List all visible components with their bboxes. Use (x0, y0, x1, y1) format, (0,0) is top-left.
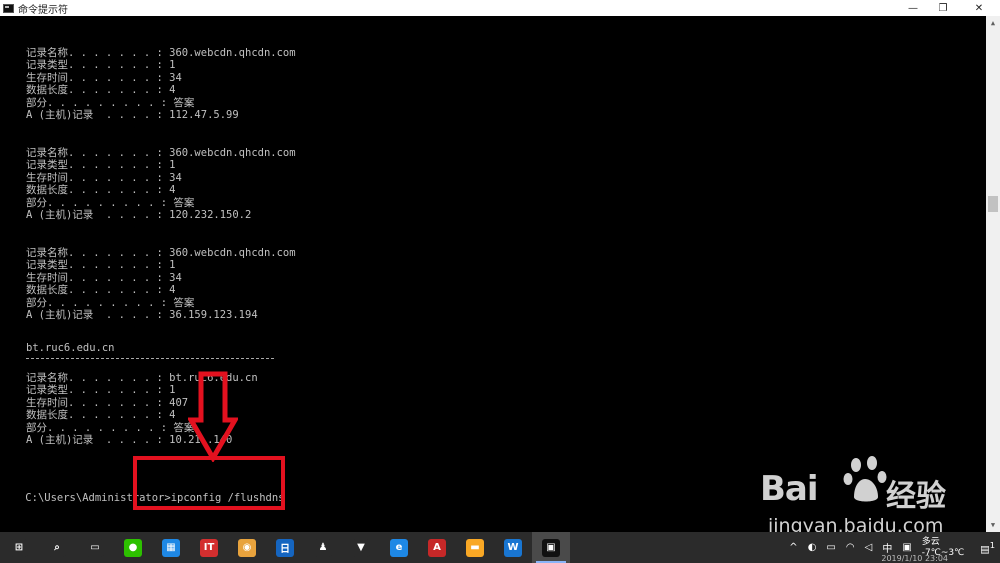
command-highlight-box (133, 456, 285, 510)
taskbar-search[interactable]: ⌕ (38, 532, 76, 563)
taskbar-app-red[interactable]: IT (190, 532, 228, 563)
qq-icon: ♟ (314, 538, 332, 557)
ime-indicator[interactable]: 中 (882, 540, 892, 555)
taskbar-browser-e[interactable]: e (380, 532, 418, 563)
taskbar-chrome[interactable]: ◉ (228, 532, 266, 563)
title-bar: 命令提示符 — ❐ ✕ (0, 0, 1000, 16)
console-line: 生存时间. . . . . . . : 34 (26, 272, 182, 284)
console-line: 数据长度. . . . . . . : 4 (26, 84, 176, 96)
console-line: A (主机)记录 . . . . : 36.159.123.194 (26, 309, 258, 321)
tray-app-icon[interactable]: ◐ (808, 542, 817, 553)
taskbar: ⊞ ⌕ ▭ ● ▦ IT ◉ 日 ♟ ▼ e A ▬ W ▣ ^ ◐ ▭ ◠ ◁ 中 ▣ 多云 -7℃~3℃… (0, 532, 1000, 563)
wechat-icon: ● (124, 538, 142, 557)
minimize-button[interactable]: — (898, 0, 928, 16)
windows-start-icon: ⊞ (10, 538, 28, 557)
console-line: 生存时间. . . . . . . : 407 (26, 397, 189, 409)
console-line: 生存时间. . . . . . . : 34 (26, 72, 182, 84)
notification-icon[interactable]: ▤1 (980, 540, 995, 555)
console-line: 生存时间. . . . . . . : 34 (26, 172, 182, 184)
scroll-up-icon[interactable]: ▲ (986, 16, 1000, 30)
taskbar-qq[interactable]: ♟ (304, 532, 342, 563)
app-fox-icon: ▼ (352, 538, 370, 557)
search-icon: ⌕ (48, 538, 66, 557)
app-w-icon: W (504, 538, 522, 557)
clock-text[interactable]: 2019/1/10 23:04 (881, 554, 948, 563)
network-icon[interactable]: ◠ (846, 542, 855, 553)
console-line: 记录名称. . . . . . . : 360.webcdn.qhcdn.com (26, 147, 296, 159)
taskbar-app-calendar[interactable]: 日 (266, 532, 304, 563)
browser-e-icon: e (390, 538, 408, 557)
watermark-logo: Bai (760, 469, 819, 509)
taskbar-adobe[interactable]: A (418, 532, 456, 563)
taskbar-task-view[interactable]: ▭ (76, 532, 114, 563)
baidu-watermark: Bai 经验 jingyan.baidu.com (760, 455, 980, 543)
console-line: 部分. . . . . . . . . : 答案 (26, 197, 195, 209)
console-line: 部分. . . . . . . . . : 答案 (26, 97, 195, 109)
taskbar-app-blue[interactable]: ▦ (152, 532, 190, 563)
taskbar-windows-start[interactable]: ⊞ (0, 532, 38, 563)
cmd-app-icon (3, 3, 14, 13)
notification-count: 1 (989, 539, 995, 550)
console-line: 记录类型. . . . . . . : 1 (26, 259, 176, 271)
app-calendar-icon: 日 (276, 538, 294, 557)
console-line: 部分. . . . . . . . . : 答案 (26, 422, 195, 434)
taskbar-app-fox[interactable]: ▼ (342, 532, 380, 563)
separator-line (26, 358, 274, 359)
console-line: A (主机)记录 . . . . : 120.232.150.2 (26, 209, 252, 221)
taskbar-app-w[interactable]: W (494, 532, 532, 563)
adobe-icon: A (428, 538, 446, 557)
app-blue-icon: ▦ (162, 538, 180, 557)
tray-chevron-icon[interactable]: ^ (789, 542, 797, 553)
taskbar-file-explorer[interactable]: ▬ (456, 532, 494, 563)
volume-icon[interactable]: ◁ (865, 542, 873, 553)
console-line: 数据长度. . . . . . . : 4 (26, 409, 176, 421)
console-line: 记录类型. . . . . . . : 1 (26, 384, 176, 396)
cmd-icon: ▣ (542, 538, 560, 557)
paw-icon (843, 456, 887, 502)
task-view-icon: ▭ (86, 538, 104, 557)
console-line: 记录名称. . . . . . . : 360.webcdn.qhcdn.com (26, 47, 296, 59)
scroll-thumb[interactable] (988, 196, 998, 212)
red-arrow-icon (188, 371, 238, 462)
console-line: 记录名称. . . . . . . : 360.webcdn.qhcdn.com (26, 247, 296, 259)
console-line: 部分. . . . . . . . . : 答案 (26, 297, 195, 309)
scroll-down-icon[interactable]: ▼ (986, 518, 1000, 532)
console-line: bt.ruc6.edu.cn (26, 342, 115, 354)
battery-icon[interactable]: ▭ (826, 542, 835, 553)
console-line: 数据长度. . . . . . . : 4 (26, 284, 176, 296)
tray-user-icon[interactable]: ▣ (902, 542, 911, 553)
console-line: A (主机)记录 . . . . : 112.47.5.99 (26, 109, 239, 121)
watermark-brand: 经验 (886, 479, 946, 514)
chrome-icon: ◉ (238, 538, 256, 557)
taskbar-wechat[interactable]: ● (114, 532, 152, 563)
vertical-scrollbar[interactable]: ▲ ▼ (986, 16, 1000, 532)
maximize-button[interactable]: ❐ (928, 0, 958, 16)
weather-label: 多云 (921, 536, 940, 547)
console-line: 记录类型. . . . . . . : 1 (26, 159, 176, 171)
console-line: 数据长度. . . . . . . : 4 (26, 184, 176, 196)
file-explorer-icon: ▬ (466, 538, 484, 557)
app-red-icon: IT (200, 538, 218, 557)
close-button[interactable]: ✕ (958, 0, 1000, 16)
taskbar-cmd[interactable]: ▣ (532, 532, 570, 563)
console-line: 记录类型. . . . . . . : 1 (26, 59, 176, 71)
window-title: 命令提示符 (18, 4, 68, 16)
